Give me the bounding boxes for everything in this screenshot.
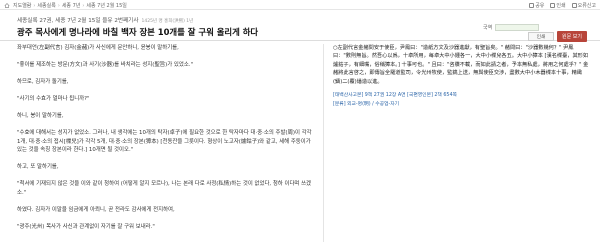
- top-bar: 지도열람 › 세종실록 › 세종 7년 › 세종 7년 2월 15일 공유 인쇄…: [0, 0, 600, 10]
- chevron-right-icon: ›: [33, 2, 36, 9]
- print-icon: [550, 3, 556, 8]
- paragraph: 하므로, 김자가 돌기를,: [17, 79, 69, 85]
- paragraph: 좌부대언(左副代言) 김자(金赭)가 사신에게 문안하니, 윤봉이 말하기를,: [17, 45, 179, 51]
- print-top-button[interactable]: 인쇄: [550, 2, 566, 9]
- share-icon: [529, 3, 535, 8]
- paragraph: "척서에 기재되지 않은 것을 이와 같이 청하여 (어떻게 알지 모르나), …: [17, 181, 311, 196]
- language-toggle[interactable]: 국역: [483, 24, 540, 31]
- references: [태백산사고본] 9책 27권 12장 A면 [국편영인본] 2책 654쪽 […: [333, 92, 589, 109]
- paragraph: "광주(光州) 목사가 사신과 관계없이 자기를 잘 구워 보내라.": [17, 223, 155, 230]
- original-panel: ○左副代言金赭問安于使臣，尹鳳曰："造紙方文及沙器進獻，有聖旨矣。" 赭問曰："…: [333, 44, 589, 109]
- article-date-sub: 1425년 명 홍희(洪熙) 1년: [141, 19, 194, 24]
- column-divider: [323, 44, 324, 242]
- breadcrumb-item[interactable]: 지도열람: [13, 2, 31, 9]
- chevron-right-icon: ›: [57, 2, 60, 9]
- paragraph: "좋이를 제조하는 방문(方文)과 사기(沙器)를 바치라는 성지(聖旨)가 있…: [17, 62, 193, 68]
- top-actions: 공유 인쇄 오류신고: [529, 2, 596, 9]
- paragraph: "수효에 대해서는 성지가 없었소. 그러나, 내 생각에는 10개의 탁자(卓…: [17, 130, 312, 153]
- page-title: 광주 목사에게 명나라에 바칠 백자 장본 10개를 잘 구워 올리게 하다: [17, 27, 259, 37]
- article-header: 세종실록 27권, 세종 7년 2월 15일 을유 2번째기사 1425년 명 홍…: [0, 11, 600, 42]
- article-meta: 세종실록 27권, 세종 7년 2월 15일 을유 2번째기사 1425년 명 홍…: [17, 16, 193, 24]
- view-original-button[interactable]: 원문 보기: [557, 31, 587, 42]
- paragraph: "사기의 수효가 얼마나 됩니까?": [17, 96, 90, 102]
- report-icon: [571, 3, 577, 8]
- translation-panel: 좌부대언(左副代言) 김자(金赭)가 사신에게 문안하니, 윤봉이 말하기를, …: [17, 44, 315, 240]
- chevron-right-icon: ›: [82, 2, 85, 9]
- print-button[interactable]: 인쇄: [528, 32, 554, 41]
- report-button[interactable]: 오류신고: [571, 2, 596, 9]
- breadcrumb-item[interactable]: 세종 7년: [62, 2, 81, 9]
- paragraph: 하였다. 김자가 이말을 임금에게 아뢰니, 곧 전라도 감사에게 전지하여,: [17, 206, 175, 213]
- reference-source[interactable]: [태백산사고본] 9책 27권 12장 A면 [국편영인본] 2책 654쪽: [333, 92, 589, 101]
- print-top-label: 인쇄: [556, 3, 566, 9]
- lang-toggle-box[interactable]: [495, 24, 540, 31]
- original-text: ○左副代言金赭問安于使臣，尹鳳曰："造紙方文及沙器進獻，有聖旨矣。" 赭問曰："…: [333, 45, 589, 85]
- breadcrumb: 지도열람 › 세종실록 › 세종 7년 › 세종 7년 2월 15일: [4, 2, 127, 9]
- paragraph: 하니, 봉이 말하기를,: [17, 113, 64, 119]
- lang-label: 국역: [483, 25, 493, 31]
- share-label: 공유: [535, 3, 545, 9]
- report-label: 오류신고: [577, 3, 596, 9]
- breadcrumb-item[interactable]: 세종 7년 2월 15일: [86, 2, 127, 9]
- article-source: 세종실록 27권, 세종 7년 2월 15일 을유 2번째기사: [17, 18, 139, 24]
- share-button[interactable]: 공유: [529, 2, 544, 9]
- home-icon[interactable]: [4, 3, 10, 8]
- reference-category[interactable]: [분류] 외교-명(明) / 수공업-자기: [333, 101, 589, 110]
- paragraph: 하고, 또 말하기를,: [17, 164, 59, 170]
- breadcrumb-item[interactable]: 세종실록: [37, 2, 55, 9]
